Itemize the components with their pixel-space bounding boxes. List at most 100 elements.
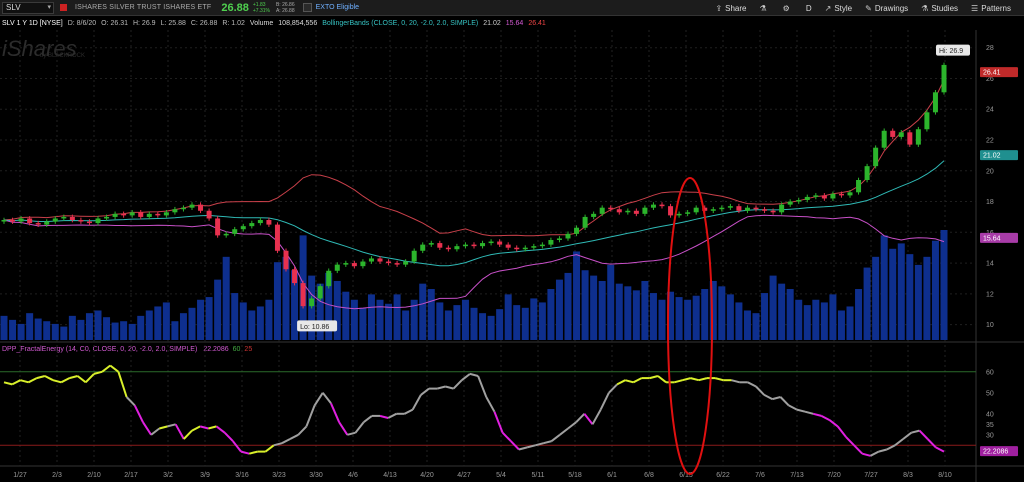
volume-bar bbox=[598, 280, 606, 340]
fe-segment bbox=[461, 373, 471, 381]
candle-body bbox=[343, 263, 349, 265]
date-label: 7/27 bbox=[864, 472, 878, 479]
fe-segment bbox=[109, 364, 120, 373]
volume-bar bbox=[615, 283, 623, 340]
fe-segment bbox=[379, 414, 389, 419]
volume-bar bbox=[393, 294, 401, 340]
volume-bar bbox=[26, 313, 34, 340]
volume-bar bbox=[923, 256, 931, 340]
candle-body bbox=[69, 216, 75, 220]
fe-segment bbox=[714, 377, 724, 382]
fe-segment bbox=[551, 434, 561, 442]
fe-segment bbox=[583, 413, 594, 425]
volume-bar bbox=[581, 270, 589, 340]
fe-segment bbox=[240, 450, 250, 455]
volume-bar bbox=[590, 275, 598, 340]
fe-segment bbox=[420, 387, 430, 396]
fe-segment bbox=[248, 450, 258, 455]
volume-bar bbox=[162, 302, 170, 340]
candle-body bbox=[847, 192, 853, 196]
volume-bar bbox=[0, 315, 8, 340]
fe-segment bbox=[886, 444, 896, 451]
candle-body bbox=[531, 246, 537, 248]
candle-body bbox=[599, 207, 605, 214]
fe-segment bbox=[20, 379, 29, 384]
fe-segment bbox=[599, 392, 610, 411]
volume-bar bbox=[872, 256, 880, 340]
candle-body bbox=[633, 210, 639, 214]
indicator-tick-label: 50 bbox=[986, 390, 994, 397]
date-label: 8/10 bbox=[938, 472, 952, 479]
volume-bar bbox=[265, 299, 273, 340]
price-tick-label: 10 bbox=[986, 322, 994, 329]
candle-body bbox=[873, 147, 879, 167]
volume-bar bbox=[837, 310, 845, 340]
date-label: 5/18 bbox=[568, 472, 582, 479]
volume-bar bbox=[137, 315, 145, 340]
volume-bar bbox=[743, 310, 751, 340]
volume-bar bbox=[60, 326, 68, 340]
fe-segment bbox=[363, 415, 373, 423]
date-label: 4/27 bbox=[457, 472, 471, 479]
date-axis[interactable]: 1/27 2/3 2/10 2/17 3/2 3/9 3/16 3/23 3/30 4/6 4/13… bbox=[13, 472, 952, 479]
date-label: 5/4 bbox=[496, 472, 506, 479]
indicator-extra-label: 35 bbox=[986, 422, 994, 429]
candle-body bbox=[35, 223, 41, 225]
fe-segment bbox=[543, 440, 552, 445]
candle-body bbox=[138, 212, 144, 217]
candle-body bbox=[838, 193, 844, 196]
volume-bar bbox=[111, 322, 119, 340]
fe-segment bbox=[878, 448, 888, 453]
watermark-sub: by BLACKROCK bbox=[40, 53, 85, 59]
fe-segment bbox=[125, 396, 136, 407]
price-tick-label: 18 bbox=[986, 199, 994, 206]
fe-segment bbox=[731, 379, 740, 384]
candle-body bbox=[240, 226, 246, 230]
price-tick-label: 12 bbox=[986, 291, 994, 298]
fe-segment bbox=[330, 402, 341, 423]
candle-body bbox=[539, 244, 545, 247]
volume-bar bbox=[897, 243, 905, 340]
volume-bar bbox=[786, 289, 794, 340]
bollinger-bands bbox=[3, 79, 945, 310]
fe-segment bbox=[76, 375, 87, 384]
fe-segment bbox=[174, 423, 185, 440]
candle-body bbox=[650, 204, 656, 208]
chart-area[interactable]: iShares by BLACKROCK 1012141618202224262… bbox=[0, 0, 1024, 482]
fe-segment bbox=[935, 446, 945, 453]
candle-body bbox=[787, 201, 793, 205]
candle-body bbox=[386, 261, 392, 264]
volume-bar bbox=[769, 275, 777, 340]
fe-segment bbox=[191, 425, 201, 432]
fe-segment bbox=[812, 412, 822, 417]
volume-bar bbox=[795, 299, 803, 340]
candle-body bbox=[881, 130, 887, 148]
volume-bar bbox=[197, 299, 205, 340]
candle-body bbox=[112, 213, 118, 217]
fe-segment bbox=[208, 425, 217, 430]
candle-body bbox=[368, 258, 374, 262]
candle-body bbox=[668, 206, 674, 216]
volume-bar bbox=[761, 293, 769, 340]
candle-body bbox=[471, 244, 477, 247]
volume-bar bbox=[376, 299, 384, 340]
volume-bar bbox=[43, 321, 51, 340]
candle-body bbox=[813, 195, 819, 197]
candle-body bbox=[856, 180, 862, 193]
candle-body bbox=[360, 261, 366, 267]
volume-bar bbox=[504, 294, 512, 340]
fe-segment bbox=[501, 432, 512, 442]
candle-body bbox=[616, 209, 622, 213]
fe-segment bbox=[404, 408, 414, 415]
candle-body bbox=[61, 216, 67, 219]
fe-segment bbox=[485, 396, 496, 413]
candle-body bbox=[215, 218, 221, 236]
fe-segment bbox=[755, 385, 765, 396]
volume-bar bbox=[752, 313, 760, 340]
volume-bar bbox=[914, 264, 922, 340]
volume-bar bbox=[778, 283, 786, 340]
bollinger-lower-line bbox=[3, 214, 945, 310]
candle-body bbox=[300, 283, 306, 307]
fe-segment bbox=[183, 429, 193, 440]
fe-segment bbox=[167, 423, 176, 428]
